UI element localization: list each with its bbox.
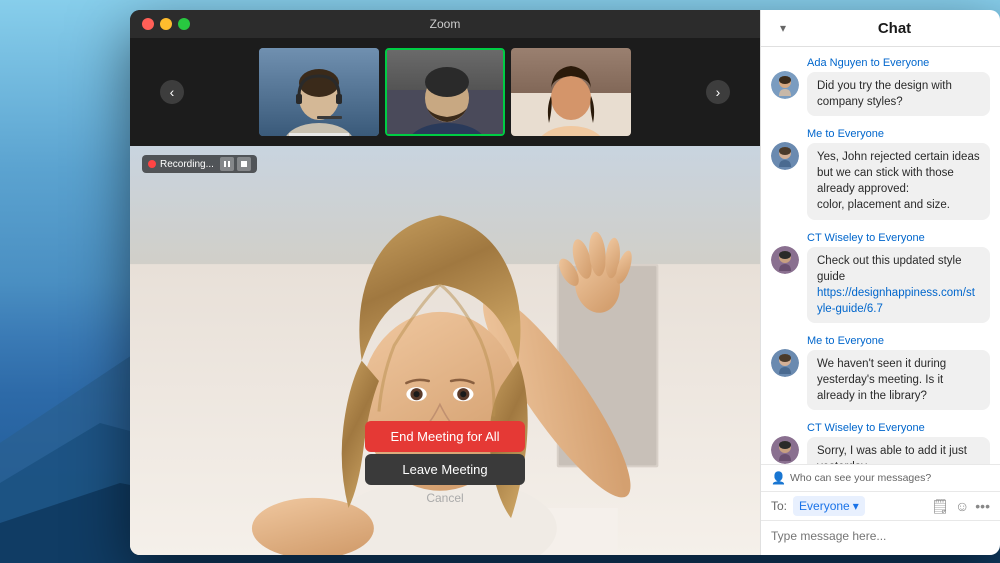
avatar-me-2 bbox=[771, 349, 799, 377]
avatar-ct-2 bbox=[771, 436, 799, 464]
recording-controls bbox=[220, 157, 251, 171]
message-bubble-2: Yes, John rejected certain ideas but we … bbox=[807, 143, 990, 219]
message-content-5: CT Wiseley to Everyone Sorry, I was able… bbox=[807, 422, 990, 464]
message-bubble-5: Sorry, I was able to add it just yesterd… bbox=[807, 437, 990, 464]
window-controls bbox=[142, 18, 190, 30]
thumbnail-strip: ‹ bbox=[130, 38, 760, 146]
recording-badge: Recording... bbox=[142, 155, 257, 173]
to-dropdown[interactable]: Everyone ▾ bbox=[793, 496, 865, 516]
message-sender-4: Me to Everyone bbox=[807, 335, 990, 347]
thumbnail-2[interactable] bbox=[385, 48, 505, 136]
message-group-5: CT Wiseley to Everyone Sorry, I was able… bbox=[771, 422, 990, 464]
message-content-1: Ada Nguyen to Everyone Did you try the d… bbox=[807, 57, 990, 116]
avatar-ct-1 bbox=[771, 246, 799, 274]
chevron-down-icon: ▾ bbox=[780, 21, 786, 35]
message-bubble-1: Did you try the design with company styl… bbox=[807, 72, 990, 116]
chat-header: ▾ Chat bbox=[761, 10, 1000, 47]
message-sender-2: Me to Everyone bbox=[807, 128, 990, 140]
end-meeting-overlay: End Meeting for All Leave Meeting Cancel bbox=[365, 421, 525, 505]
message-bubble-3: Check out this updated style guide https… bbox=[807, 247, 990, 323]
message-text-1: Did you try the design with company styl… bbox=[817, 80, 952, 108]
title-bar: Zoom bbox=[130, 10, 760, 38]
message-sender-3: CT Wiseley to Everyone bbox=[807, 232, 990, 244]
video-area: Zoom ‹ bbox=[130, 10, 760, 555]
message-text-5: Sorry, I was able to add it just yesterd… bbox=[817, 445, 967, 464]
chat-panel: ▾ Chat Ada Nguyen to Everyone bbox=[760, 10, 1000, 555]
message-group-3: CT Wiseley to Everyone Check out this up… bbox=[771, 232, 990, 323]
thumbnail-3[interactable] bbox=[511, 48, 631, 136]
message-input-area bbox=[761, 520, 1000, 555]
recording-dot bbox=[148, 160, 156, 168]
zoom-window: Zoom ‹ bbox=[130, 10, 1000, 555]
style-guide-link[interactable]: https://designhappiness.com/style-guide/… bbox=[817, 287, 975, 315]
recording-stop-button[interactable] bbox=[237, 157, 251, 171]
message-group-2: Me to Everyone Yes, John rejected certai… bbox=[771, 128, 990, 219]
thumbnail-container bbox=[192, 48, 698, 136]
message-content-2: Me to Everyone Yes, John rejected certai… bbox=[807, 128, 990, 219]
to-value: Everyone bbox=[799, 499, 850, 513]
avatar-ada bbox=[771, 71, 799, 99]
to-label: To: bbox=[771, 499, 787, 513]
thumbnail-1[interactable] bbox=[259, 48, 379, 136]
end-meeting-button[interactable]: End Meeting for All bbox=[365, 421, 525, 452]
to-field: To: Everyone ▾ 🗒 ☺ ••• bbox=[761, 491, 1000, 520]
maximize-button[interactable] bbox=[178, 18, 190, 30]
message-bubble-4: We haven't seen it during yesterday's me… bbox=[807, 350, 990, 410]
chevron-down-icon: ▾ bbox=[853, 499, 859, 513]
who-can-see-text: Who can see your messages? bbox=[790, 472, 931, 484]
close-button[interactable] bbox=[142, 18, 154, 30]
message-text-4: We haven't seen it during yesterday's me… bbox=[817, 358, 946, 402]
recording-text: Recording... bbox=[160, 159, 214, 170]
person-icon: 👤 bbox=[771, 471, 786, 485]
leave-meeting-button[interactable]: Leave Meeting bbox=[365, 454, 525, 485]
more-button[interactable]: ••• bbox=[975, 498, 990, 514]
window-title: Zoom bbox=[430, 17, 461, 31]
avatar-me-1 bbox=[771, 142, 799, 170]
next-thumbnail-button[interactable]: › bbox=[706, 80, 730, 104]
chat-title: Chat bbox=[801, 20, 988, 37]
message-sender-5: CT Wiseley to Everyone bbox=[807, 422, 990, 434]
message-content-3: CT Wiseley to Everyone Check out this up… bbox=[807, 232, 990, 323]
message-content-4: Me to Everyone We haven't seen it during… bbox=[807, 335, 990, 410]
attachment-button[interactable]: 🗒 bbox=[931, 498, 949, 515]
minimize-button[interactable] bbox=[160, 18, 172, 30]
message-group-1: Ada Nguyen to Everyone Did you try the d… bbox=[771, 57, 990, 116]
message-sender-1: Ada Nguyen to Everyone bbox=[807, 57, 990, 69]
who-can-see-bar: 👤 Who can see your messages? bbox=[761, 464, 1000, 491]
prev-thumbnail-button[interactable]: ‹ bbox=[160, 80, 184, 104]
message-input[interactable] bbox=[771, 529, 990, 543]
chat-messages: Ada Nguyen to Everyone Did you try the d… bbox=[761, 47, 1000, 464]
message-group-4: Me to Everyone We haven't seen it during… bbox=[771, 335, 990, 410]
cancel-button[interactable]: Cancel bbox=[426, 491, 463, 505]
emoji-button[interactable]: ☺ bbox=[955, 498, 969, 514]
chat-collapse-button[interactable]: ▾ bbox=[773, 18, 793, 38]
recording-pause-button[interactable] bbox=[220, 157, 234, 171]
to-actions: 🗒 ☺ ••• bbox=[931, 498, 990, 515]
